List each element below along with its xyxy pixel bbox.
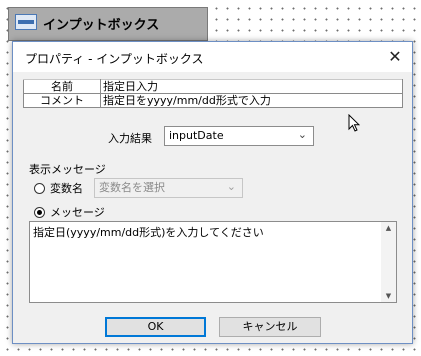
close-icon[interactable]: ✕ bbox=[382, 45, 408, 69]
table-row[interactable]: コメント 指定日をyyyy/mm/dd形式で入力 bbox=[23, 93, 403, 108]
ok-button[interactable]: OK bbox=[105, 317, 206, 337]
variable-select-placeholder: 変数名を選択 bbox=[99, 181, 165, 194]
property-key-name: 名前 bbox=[23, 79, 101, 94]
message-text[interactable]: 指定日(yyyy/mm/dd形式)を入力してください bbox=[33, 224, 264, 240]
property-value-comment[interactable]: 指定日をyyyy/mm/dd形式で入力 bbox=[100, 93, 403, 108]
display-message-label: 表示メッセージ bbox=[29, 163, 106, 176]
input-result-value: inputDate bbox=[169, 129, 224, 142]
variable-radio-label[interactable]: 変数名 bbox=[50, 180, 83, 196]
property-table: 名前 指定日入力 コメント 指定日をyyyy/mm/dd形式で入力 bbox=[23, 79, 403, 108]
table-row[interactable]: 名前 指定日入力 bbox=[23, 79, 403, 94]
node-label: インプットボックス bbox=[43, 18, 160, 33]
cancel-button[interactable]: キャンセル bbox=[219, 317, 321, 337]
mouse-cursor-icon bbox=[348, 114, 360, 132]
dialog-title: プロパティ - インプットボックス bbox=[25, 52, 204, 66]
message-textarea[interactable]: 指定日(yyyy/mm/dd形式)を入力してください ▲ ▼ bbox=[29, 221, 397, 303]
input-result-select[interactable]: inputDate ⌄ bbox=[164, 126, 314, 146]
variable-radio[interactable] bbox=[34, 183, 45, 194]
chevron-down-icon: ⌄ bbox=[226, 180, 236, 193]
property-key-comment: コメント bbox=[23, 93, 101, 108]
vertical-scrollbar[interactable]: ▲ ▼ bbox=[381, 222, 396, 302]
variable-select[interactable]: 変数名を選択 ⌄ bbox=[94, 178, 243, 198]
properties-dialog: プロパティ - インプットボックス ✕ 名前 指定日入力 コメント 指定日をyy… bbox=[12, 41, 413, 344]
input-box-node[interactable]: インプットボックス bbox=[8, 7, 208, 41]
input-box-icon bbox=[15, 14, 37, 30]
scroll-up-icon[interactable]: ▲ bbox=[381, 224, 396, 232]
message-radio[interactable] bbox=[34, 207, 45, 218]
dialog-titlebar[interactable]: プロパティ - インプットボックス ✕ bbox=[13, 42, 412, 72]
message-radio-label[interactable]: メッセージ bbox=[50, 204, 105, 220]
input-result-label: 入力結果 bbox=[108, 132, 152, 145]
property-value-name[interactable]: 指定日入力 bbox=[100, 79, 403, 94]
chevron-down-icon: ⌄ bbox=[297, 128, 307, 141]
scroll-down-icon[interactable]: ▼ bbox=[381, 292, 396, 300]
